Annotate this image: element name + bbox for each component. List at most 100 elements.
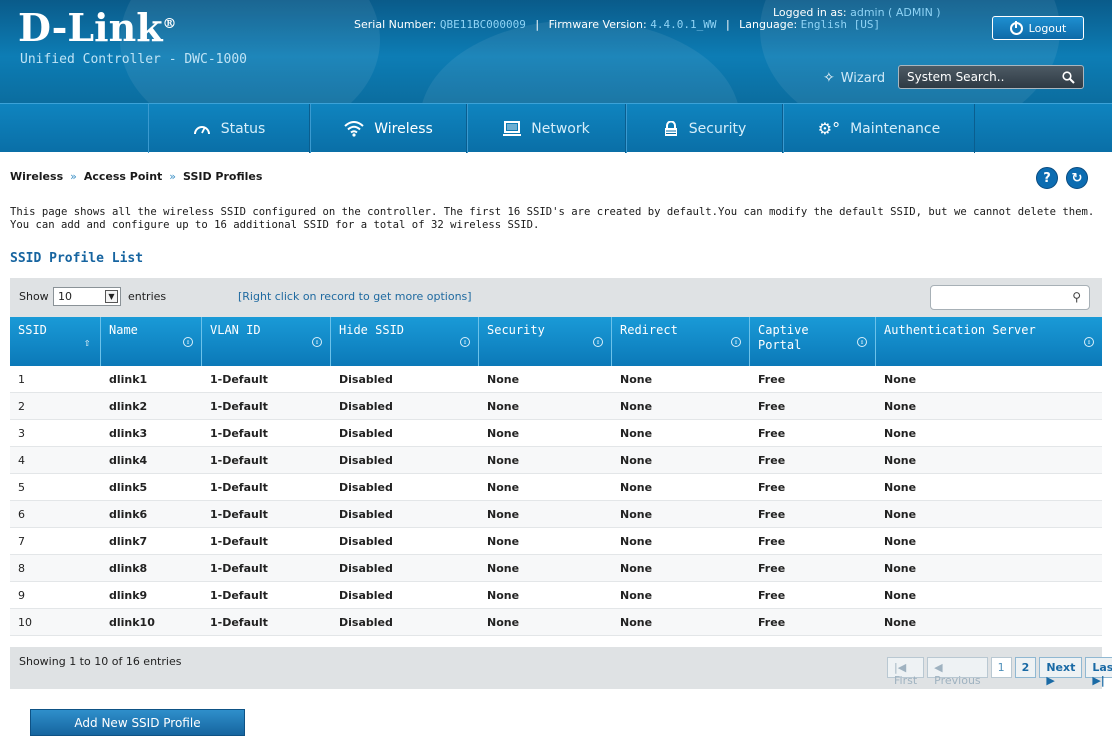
table-row[interactable]: 6 dlink6 1-Default Disabled None None Free None <box>10 501 1102 528</box>
main-nav: Status Wireless Network Security ⚙° Main… <box>0 103 1112 153</box>
page-2-button[interactable]: 2 <box>1014 657 1037 678</box>
add-ssid-profile-button[interactable]: Add New SSID Profile <box>30 709 245 736</box>
table-cell: None <box>620 454 653 467</box>
table-cell: Free <box>758 508 786 521</box>
search-icon <box>1062 70 1075 84</box>
table-cell: Disabled <box>339 454 393 467</box>
page-1-button[interactable]: 1 <box>990 657 1012 678</box>
sort-icon: ⇕ <box>1084 337 1094 347</box>
table-row[interactable]: 8 dlink8 1-Default Disabled None None Free None <box>10 555 1102 582</box>
table-cell: Disabled <box>339 535 393 548</box>
entries-select[interactable]: 10 ▼ <box>53 287 121 306</box>
language-label: Language: <box>739 18 798 31</box>
table-cell: None <box>884 535 917 548</box>
table-cell: 3 <box>18 427 25 440</box>
table-cell: None <box>620 535 653 548</box>
table-cell: 1-Default <box>210 508 268 521</box>
lock-icon <box>664 120 677 136</box>
table-row[interactable]: 10 dlink10 1-Default Disabled None None Free No… <box>10 609 1102 636</box>
table-cell: dlink5 <box>109 481 148 494</box>
table-cell: None <box>884 373 917 386</box>
right-click-hint: [Right click on record to get more optio… <box>238 290 472 303</box>
table-cell: 1-Default <box>210 373 268 386</box>
table-row[interactable]: 7 dlink7 1-Default Disabled None None Free None <box>10 528 1102 555</box>
table-row[interactable]: 4 dlink4 1-Default Disabled None None Free None <box>10 447 1102 474</box>
table-cell: None <box>620 400 653 413</box>
header-decor <box>420 20 740 103</box>
table-cell: Disabled <box>339 373 393 386</box>
table-cell: Free <box>758 454 786 467</box>
next-page-button[interactable]: Next ▶ <box>1039 657 1083 687</box>
col-captive-portal[interactable]: Captive Portal ⇕ <box>750 317 876 366</box>
firmware-label: Firmware Version: <box>548 18 647 31</box>
first-page-button[interactable]: |◀ First <box>887 657 925 687</box>
table-cell: 9 <box>18 589 25 602</box>
sort-icon: ⇕ <box>183 337 193 347</box>
table-row[interactable]: 5 dlink5 1-Default Disabled None None Free None <box>10 474 1102 501</box>
table-cell: None <box>620 373 653 386</box>
entries-label: entries <box>128 290 167 303</box>
table-cell: dlink1 <box>109 373 148 386</box>
help-tools: ? ↻ <box>1036 167 1088 189</box>
table-cell: None <box>487 454 520 467</box>
table-cell: None <box>884 481 917 494</box>
table-cell: None <box>884 616 917 629</box>
monitor-icon <box>503 120 522 136</box>
table-cell: Free <box>758 481 786 494</box>
table-cell: None <box>884 589 917 602</box>
table-cell: None <box>620 616 653 629</box>
table-row[interactable]: 1 dlink1 1-Default Disabled None None Free None <box>10 366 1102 393</box>
table-cell: None <box>620 508 653 521</box>
table-cell: dlink8 <box>109 562 148 575</box>
table-cell: Free <box>758 373 786 386</box>
previous-page-button[interactable]: ◀ Previous <box>927 657 988 687</box>
table-cell: 1-Default <box>210 589 268 602</box>
table-cell: None <box>620 562 653 575</box>
table-cell: None <box>884 454 917 467</box>
table-cell: dlink9 <box>109 589 148 602</box>
refresh-icon[interactable]: ↻ <box>1066 167 1088 189</box>
col-ssid[interactable]: SSID ⇧ <box>10 317 101 366</box>
logout-button[interactable]: Logout <box>992 16 1084 40</box>
table-cell: 2 <box>18 400 25 413</box>
breadcrumb-wireless[interactable]: Wireless <box>10 170 63 183</box>
sort-asc-icon: ⇧ <box>83 335 91 349</box>
table-cell: None <box>884 427 917 440</box>
table-row[interactable]: 9 dlink9 1-Default Disabled None None Free None <box>10 582 1102 609</box>
table-cell: 1-Default <box>210 562 268 575</box>
power-icon <box>1009 20 1023 35</box>
table-cell: Free <box>758 562 786 575</box>
breadcrumb-access-point[interactable]: Access Point <box>84 170 162 183</box>
system-search-input[interactable]: System Search.. <box>898 65 1084 89</box>
help-icon[interactable]: ? <box>1036 167 1058 189</box>
nav-status[interactable]: Status <box>148 104 310 153</box>
table-row[interactable]: 3 dlink3 1-Default Disabled None None Free None <box>10 420 1102 447</box>
magic-wand-icon: ✧ <box>823 70 835 86</box>
table-cell: None <box>487 508 520 521</box>
nav-network[interactable]: Network <box>467 104 626 153</box>
table-cell: dlink4 <box>109 454 148 467</box>
col-hide-ssid[interactable]: Hide SSID ⇕ <box>331 317 479 366</box>
col-authentication-server[interactable]: Authentication Server ⇕ <box>876 317 1102 366</box>
table-cell: 5 <box>18 481 25 494</box>
table-cell: Free <box>758 427 786 440</box>
table-cell: dlink2 <box>109 400 148 413</box>
table-row[interactable]: 2 dlink2 1-Default Disabled None None Free None <box>10 393 1102 420</box>
nav-security[interactable]: Security <box>626 104 783 153</box>
nav-maintenance[interactable]: ⚙° Maintenance <box>783 104 975 153</box>
col-redirect[interactable]: Redirect ⇕ <box>612 317 750 366</box>
gauge-icon <box>193 125 210 134</box>
language-value[interactable]: English [US] <box>801 18 880 31</box>
table-cell: 1 <box>18 373 25 386</box>
col-security[interactable]: Security ⇕ <box>479 317 612 366</box>
breadcrumb-ssid-profiles: SSID Profiles <box>183 170 263 183</box>
page-description: This page shows all the wireless SSID co… <box>10 206 1095 231</box>
wizard-link[interactable]: ✧ Wizard <box>823 70 885 86</box>
col-vlan-id[interactable]: VLAN ID ⇕ <box>202 317 331 366</box>
wifi-icon <box>344 120 364 137</box>
col-name[interactable]: Name ⇕ <box>101 317 202 366</box>
logged-in-user: admin ( ADMIN ) <box>850 6 941 19</box>
table-search-input[interactable]: ⚲ <box>930 285 1090 310</box>
nav-wireless[interactable]: Wireless <box>310 104 467 153</box>
last-page-button[interactable]: Last ▶| <box>1085 657 1112 687</box>
